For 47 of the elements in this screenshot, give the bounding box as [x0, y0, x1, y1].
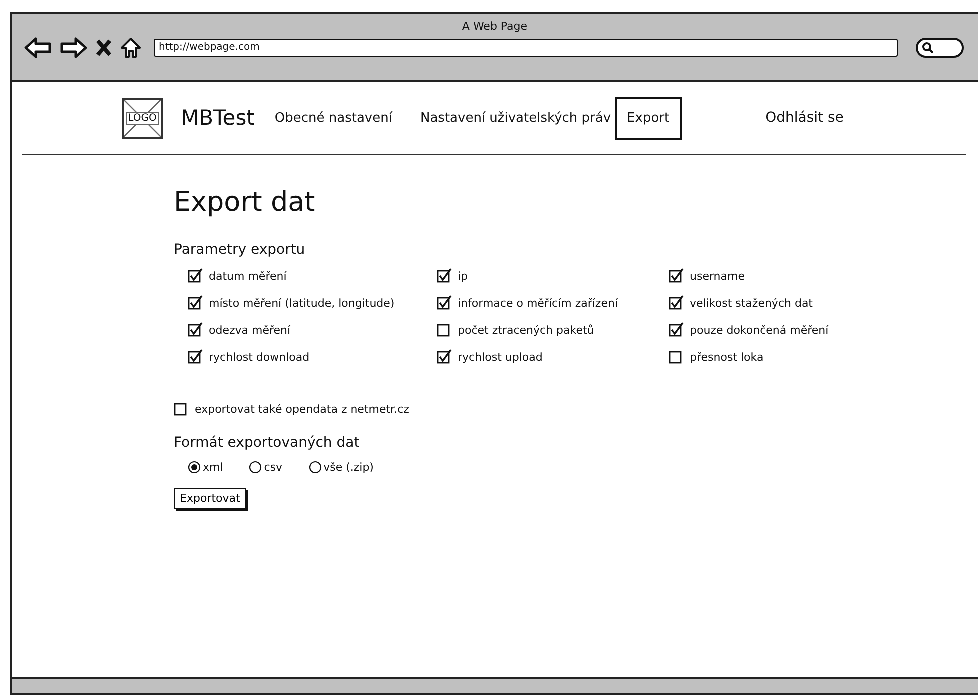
section-heading: Parametry exportu [174, 242, 306, 258]
checkbox[interactable] [188, 322, 204, 338]
radio-label: vše (.zip) [324, 461, 374, 474]
logo-label: LOGO [126, 112, 159, 124]
radio-button[interactable] [308, 461, 322, 474]
checkbox[interactable] [669, 295, 685, 311]
checkbox-label: počet ztracených paketů [458, 324, 594, 336]
checkbox-label: pouze dokončená měření [690, 324, 829, 336]
address-field[interactable]: http://webpage.com [154, 39, 898, 57]
radio-button[interactable] [188, 461, 201, 474]
checkbox-label: username [690, 270, 745, 282]
nav-link[interactable]: Obecné nastavení [272, 96, 394, 140]
checkbox[interactable] [188, 295, 204, 311]
checkbox-label: rychlost download [209, 350, 310, 364]
checkbox[interactable] [669, 322, 685, 338]
checkbox[interactable] [188, 349, 204, 365]
back-icon[interactable] [24, 37, 52, 59]
home-icon[interactable] [120, 37, 142, 59]
checkbox-label: odezva měření [209, 324, 291, 336]
brand-name: MBTest [181, 106, 255, 130]
checkbox-label: místo měření (latitude, longitude) [209, 296, 395, 310]
checkbox[interactable] [669, 268, 685, 284]
checkbox[interactable] [437, 268, 453, 284]
close-icon[interactable] [96, 39, 112, 57]
checkbox[interactable] [188, 268, 204, 284]
checkbox-label: informace o měřícím zařízení [458, 296, 618, 310]
checkbox[interactable] [437, 349, 453, 365]
window-title: A Web Page [462, 20, 528, 33]
search-icon [922, 42, 934, 54]
checkbox[interactable] [437, 295, 453, 311]
section-heading: Formát exportovaných dat [174, 435, 361, 451]
logout-link[interactable]: Odhlásit se [766, 110, 844, 126]
radio-button[interactable] [249, 461, 262, 474]
nav-link[interactable]: Export [615, 96, 682, 140]
checkbox-label: rychlost upload [458, 350, 543, 364]
checkbox-label: exportovat také opendata z netmetr.cz [195, 402, 410, 416]
checkbox-label: velikost stažených dat [690, 296, 813, 310]
radio-label: xml [203, 461, 224, 474]
search-field[interactable] [916, 38, 964, 58]
radio-label: csv [264, 461, 283, 474]
checkbox-label: přesnost loka [690, 350, 764, 364]
export-button[interactable]: Exportovat [174, 488, 246, 509]
nav-link[interactable]: Nastavení uživatelských práv [418, 96, 614, 140]
page-heading: Export dat [174, 187, 316, 218]
checkbox-label: ip [458, 270, 468, 282]
checkbox-label: datum měření [209, 270, 287, 282]
forward-icon[interactable] [60, 37, 88, 59]
